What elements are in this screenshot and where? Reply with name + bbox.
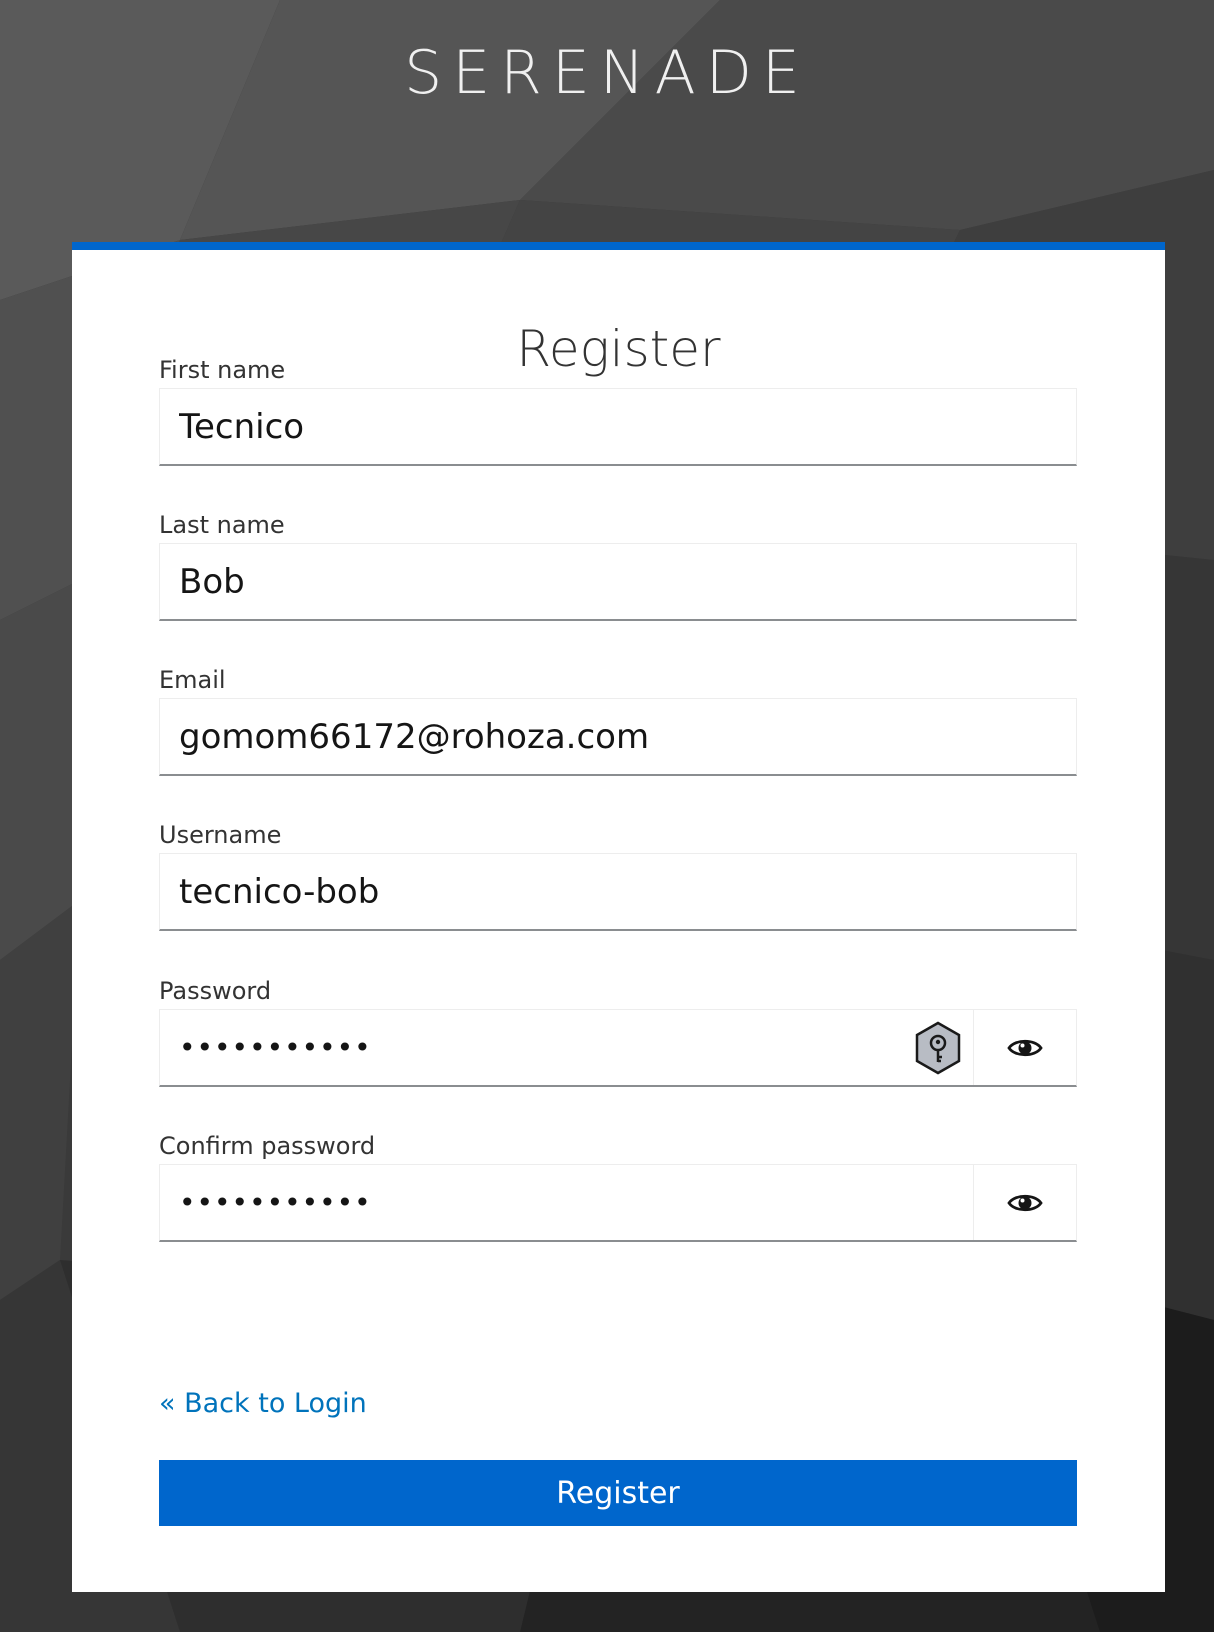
first-name-wrapper bbox=[159, 388, 1077, 466]
register-button[interactable]: Register bbox=[159, 1460, 1077, 1526]
confirm-password-group: Confirm password bbox=[159, 1128, 1077, 1242]
confirm-password-label: Confirm password bbox=[159, 1132, 376, 1160]
username-label: Username bbox=[159, 821, 282, 849]
email-group: Email bbox=[159, 662, 1077, 776]
last-name-label: Last name bbox=[159, 511, 285, 539]
first-name-label: First name bbox=[159, 356, 286, 384]
last-name-group: Last name bbox=[159, 507, 1077, 621]
email-input[interactable] bbox=[160, 699, 1076, 774]
password-wrapper bbox=[159, 1009, 1077, 1087]
back-to-login-link[interactable]: « Back to Login bbox=[159, 1388, 367, 1419]
show-password-button[interactable] bbox=[973, 1010, 1076, 1085]
last-name-input[interactable] bbox=[160, 544, 1076, 619]
confirm-password-wrapper bbox=[159, 1164, 1077, 1242]
show-confirm-password-button[interactable] bbox=[973, 1165, 1076, 1240]
first-name-input[interactable] bbox=[160, 389, 1076, 464]
last-name-wrapper bbox=[159, 543, 1077, 621]
eye-icon bbox=[1007, 1194, 1043, 1211]
confirm-password-input[interactable] bbox=[160, 1165, 973, 1240]
password-group: Password bbox=[159, 973, 1077, 1087]
username-group: Username bbox=[159, 817, 1077, 931]
username-input[interactable] bbox=[160, 854, 1076, 929]
password-input[interactable] bbox=[160, 1010, 903, 1085]
email-label: Email bbox=[159, 666, 226, 694]
key-icon[interactable] bbox=[903, 1010, 973, 1085]
username-wrapper bbox=[159, 853, 1077, 931]
eye-icon bbox=[1007, 1039, 1043, 1056]
first-name-group: First name bbox=[159, 352, 1077, 466]
brand-title: SERENADE bbox=[404, 38, 810, 108]
password-label: Password bbox=[159, 977, 272, 1005]
register-card: Register First name Last name Email User… bbox=[72, 242, 1165, 1592]
email-wrapper bbox=[159, 698, 1077, 776]
